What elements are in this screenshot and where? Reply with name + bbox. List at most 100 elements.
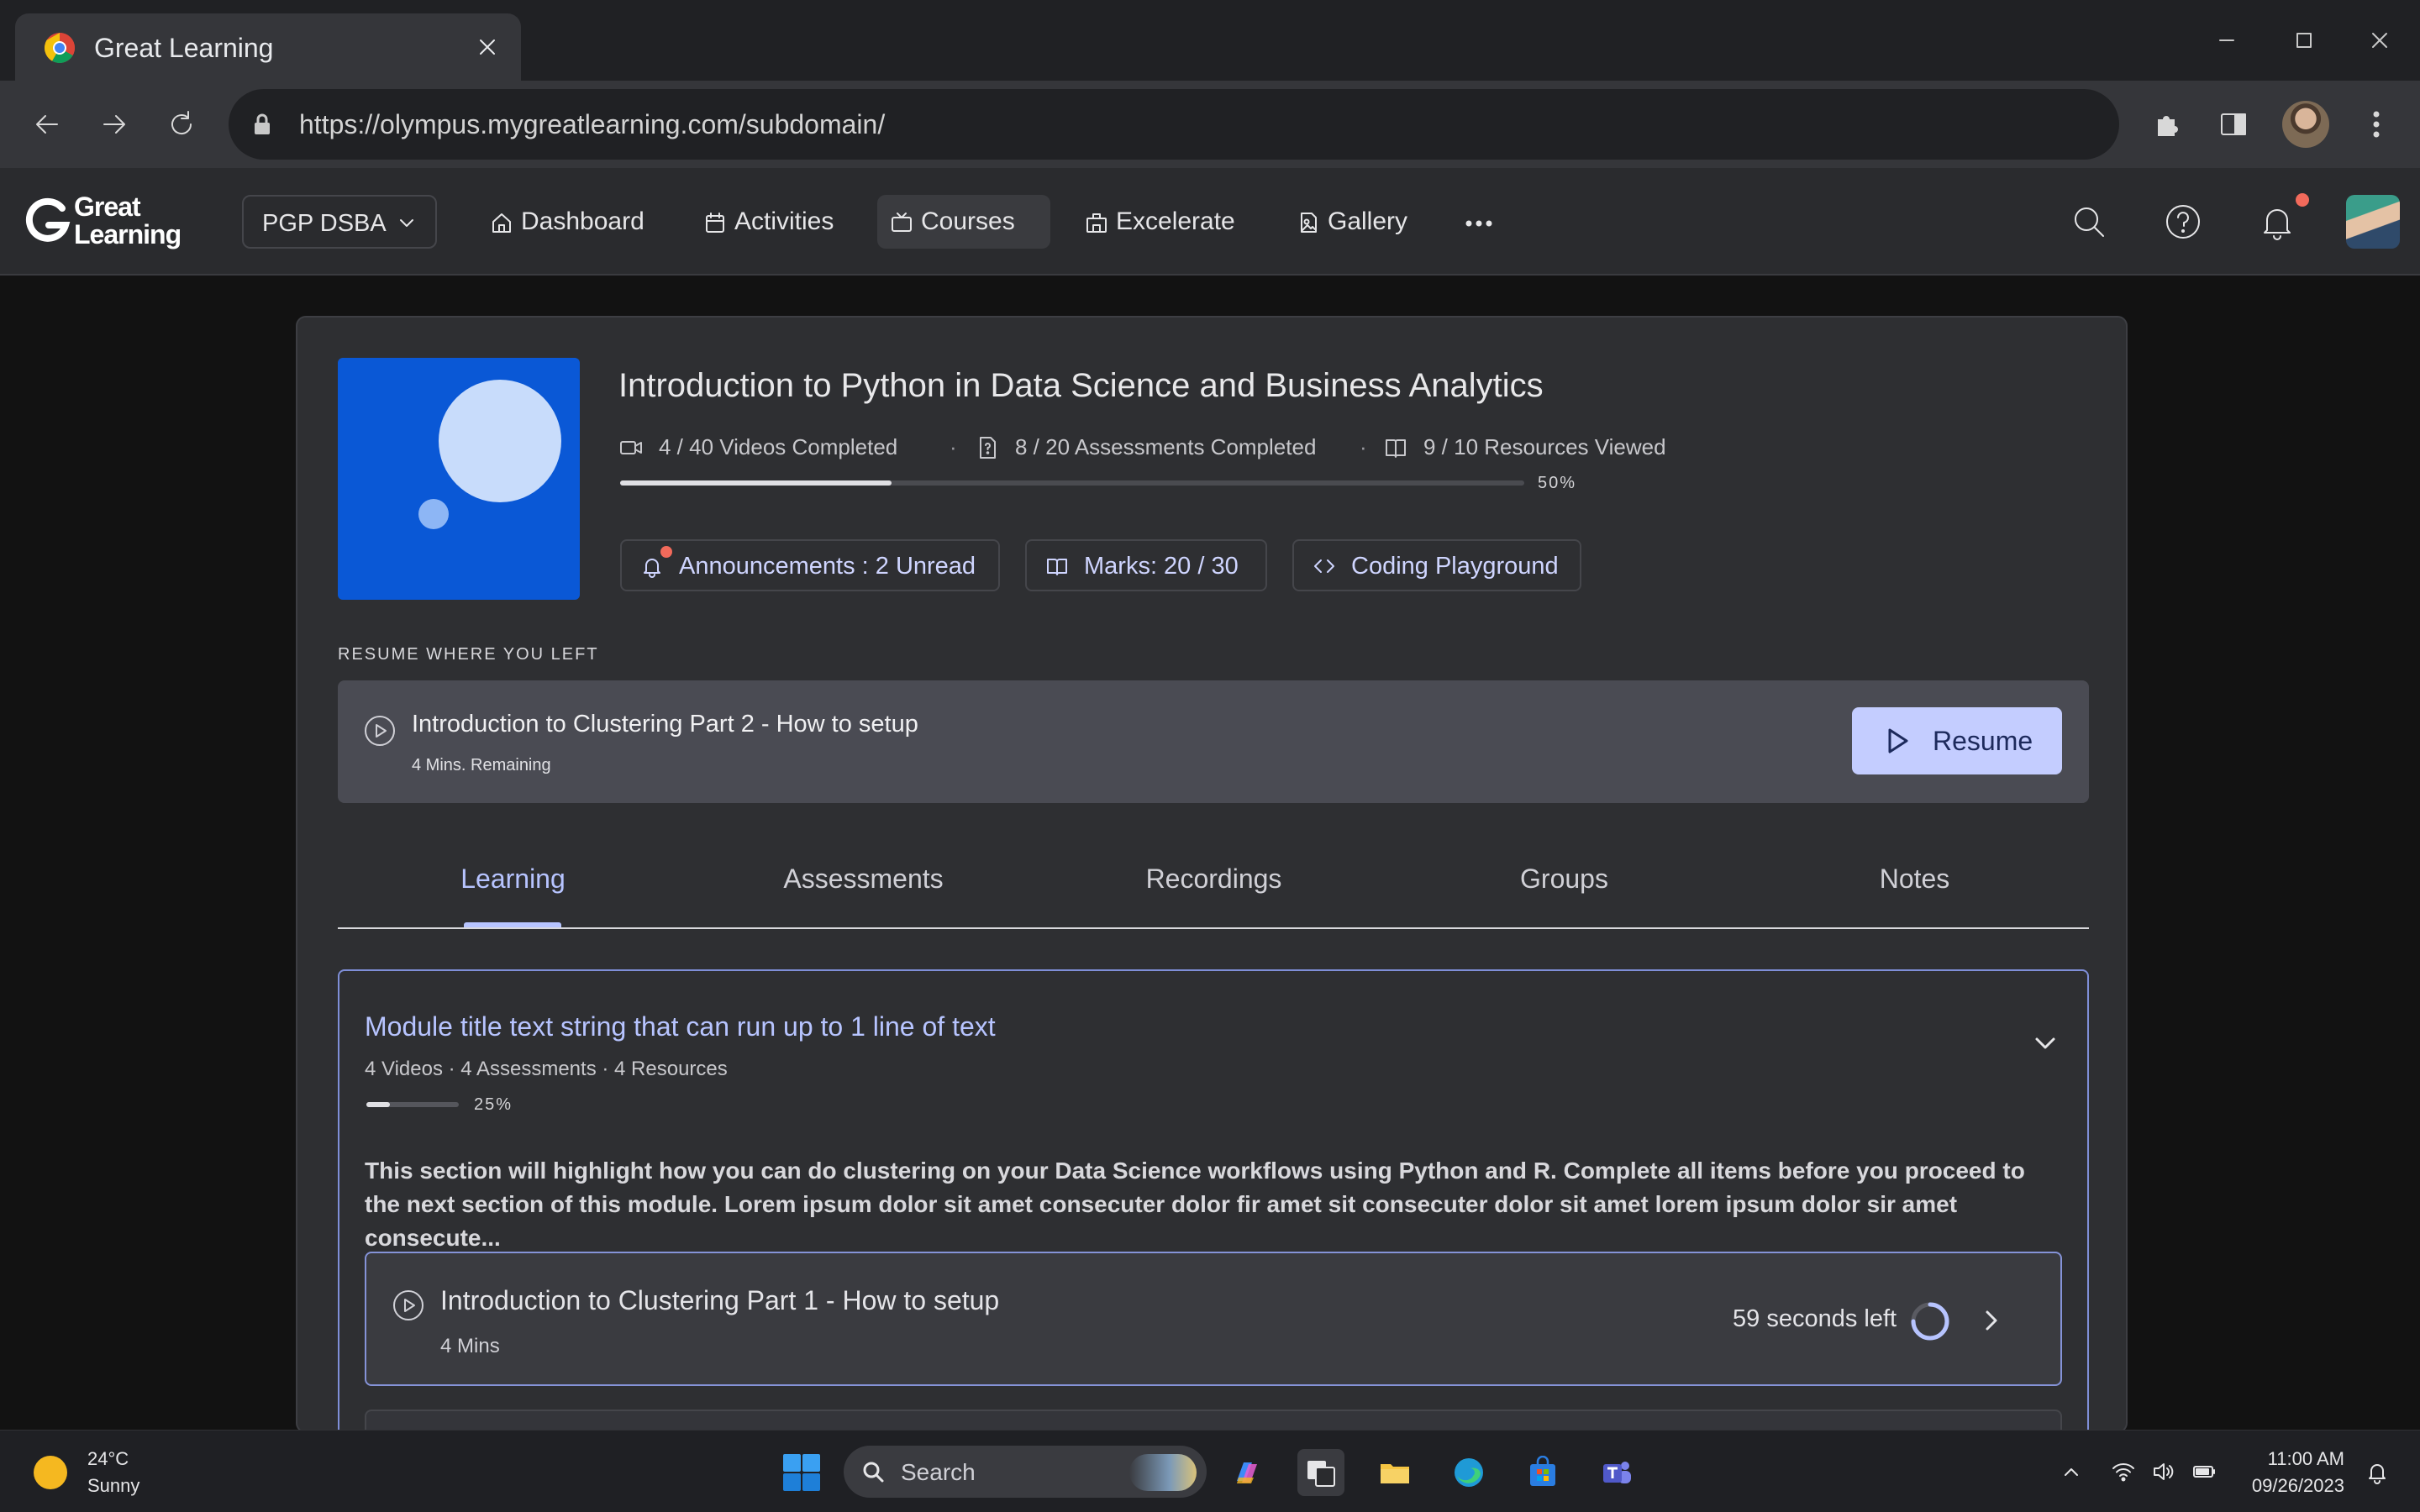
- reload-icon[interactable]: [163, 106, 200, 143]
- edge-icon: [1455, 1458, 1483, 1487]
- file-explorer-app[interactable]: [1371, 1449, 1418, 1496]
- kebab-menu-icon[interactable]: [2358, 106, 2395, 143]
- great-learning-logo[interactable]: Great Learning: [25, 192, 205, 250]
- store-app[interactable]: [1519, 1449, 1566, 1496]
- nav-courses[interactable]: Courses: [877, 195, 1050, 249]
- task-view-icon: [1307, 1461, 1335, 1487]
- resume-remaining: 4 Mins. Remaining: [412, 756, 551, 774]
- logo-text-great: Great: [74, 192, 141, 222]
- course-card: Introduction to Python in Data Science a…: [296, 316, 2128, 1433]
- program-selector[interactable]: PGP DSBA: [242, 195, 437, 249]
- browser-profile-avatar[interactable]: [2282, 101, 2329, 148]
- video-camera-icon: [620, 441, 642, 454]
- edge-app[interactable]: [1445, 1449, 1492, 1496]
- coding-playground-label: Coding Playground: [1351, 553, 1559, 580]
- app-header: Great Learning PGP DSBA Dashboard Activi…: [0, 168, 2420, 276]
- url-text[interactable]: https://olympus.mygreatlearning.com/subd…: [299, 108, 885, 141]
- course-progress-bar: [620, 480, 1524, 486]
- bell-icon[interactable]: [2257, 202, 2297, 242]
- open-book-icon: [1047, 559, 1067, 575]
- logo-g-icon: [25, 197, 71, 242]
- code-icon: [1314, 559, 1334, 573]
- help-icon[interactable]: [2163, 202, 2203, 242]
- marks-label: Marks: 20 / 30: [1084, 553, 1239, 580]
- task-view-app[interactable]: [1297, 1449, 1344, 1496]
- weather-sun-icon[interactable]: [34, 1456, 67, 1489]
- side-panel-icon[interactable]: [2215, 106, 2252, 143]
- course-thumbnail: [338, 358, 580, 600]
- stat-resources-text: 9 / 10 Resources Viewed: [1423, 434, 1666, 459]
- resume-button[interactable]: Resume: [1852, 707, 2062, 774]
- module-title[interactable]: Module title text string that can run up…: [365, 1010, 996, 1043]
- clock-time[interactable]: 11:00 AM: [2218, 1447, 2344, 1471]
- more-horizontal-icon[interactable]: [1462, 207, 1496, 240]
- windows-taskbar: 24°C Sunny Search 11:00 AM 09/26/2023: [0, 1430, 2420, 1512]
- coding-playground-chip[interactable]: Coding Playground: [1292, 539, 1581, 591]
- nav-dashboard[interactable]: Dashboard: [477, 195, 655, 249]
- module-item-title: Introduction to Clustering Part 1 - How …: [440, 1285, 1000, 1315]
- chevron-down-icon: [400, 219, 413, 227]
- teams-app[interactable]: [1593, 1449, 1640, 1496]
- chevron-right-icon[interactable]: [1975, 1304, 2008, 1337]
- play-circle-icon: [365, 716, 395, 746]
- taskbar-search[interactable]: Search: [844, 1446, 1207, 1498]
- book-icon: [1386, 439, 1406, 458]
- nav-excelerate[interactable]: Excelerate: [1072, 195, 1252, 249]
- address-bar[interactable]: https://olympus.mygreatlearning.com/subd…: [229, 89, 2119, 160]
- forward-arrow-icon[interactable]: [96, 106, 133, 143]
- minimize-icon[interactable]: [2210, 24, 2244, 57]
- module-item-duration: 4 Mins: [440, 1335, 500, 1357]
- close-icon[interactable]: [474, 34, 501, 60]
- extensions-icon[interactable]: [2149, 106, 2186, 143]
- chevron-up-icon[interactable]: [2059, 1459, 2084, 1484]
- back-arrow-icon[interactable]: [29, 106, 66, 143]
- course-tabs: Learning Assessments Recordings Groups N…: [338, 842, 2089, 929]
- separator-dot: ·: [950, 434, 957, 459]
- battery-icon[interactable]: [2191, 1459, 2217, 1484]
- search-icon[interactable]: [2069, 202, 2109, 242]
- weather-temperature[interactable]: 24°C: [87, 1447, 129, 1471]
- announcements-chip[interactable]: Announcements : 2 Unread: [620, 539, 1000, 591]
- volume-icon[interactable]: [2151, 1459, 2176, 1484]
- module-item-row[interactable]: Introduction to Clustering Part 1 - How …: [365, 1252, 2062, 1386]
- maximize-icon[interactable]: [2287, 24, 2321, 57]
- user-avatar[interactable]: [2346, 195, 2400, 249]
- progress-ring-icon: [1911, 1302, 1949, 1341]
- resume-item-title[interactable]: Introduction to Clustering Part 2 - How …: [412, 709, 918, 739]
- notification-bell-icon[interactable]: [2365, 1459, 2390, 1484]
- tv-icon: [892, 213, 912, 232]
- copilot-icon: [1237, 1462, 1257, 1483]
- nav-activities[interactable]: Activities: [691, 195, 850, 249]
- copilot-app[interactable]: [1223, 1449, 1270, 1496]
- module-item-time-left: 59 seconds left: [1733, 1305, 1897, 1332]
- nav-label: Activities: [734, 207, 834, 235]
- wifi-icon[interactable]: [2111, 1459, 2136, 1484]
- resume-button-label: Resume: [1933, 726, 2033, 756]
- tab-recordings[interactable]: Recordings: [1039, 862, 1389, 927]
- tab-notes[interactable]: Notes: [1739, 862, 2090, 927]
- tab-label: Assessments: [783, 864, 944, 894]
- chrome-icon: [44, 32, 76, 64]
- module-progress-bar: [366, 1102, 459, 1107]
- tab-groups[interactable]: Groups: [1389, 862, 1739, 927]
- window-close-icon[interactable]: [2363, 24, 2396, 57]
- tab-title: Great Learning: [94, 33, 274, 63]
- search-highlight-image: [1129, 1454, 1197, 1491]
- tab-learning[interactable]: Learning: [338, 862, 688, 927]
- assessment-icon: [980, 437, 996, 459]
- nav-label: Excelerate: [1116, 207, 1235, 235]
- windows-start-icon[interactable]: [781, 1452, 822, 1493]
- announcements-label: Announcements : 2 Unread: [679, 553, 976, 580]
- module-progress-label: 25%: [474, 1095, 513, 1114]
- bell-icon: [644, 559, 660, 578]
- weather-condition[interactable]: Sunny: [87, 1474, 139, 1498]
- play-circle-icon: [393, 1290, 424, 1320]
- thumbnail-circle-large: [439, 380, 561, 502]
- chevron-down-icon[interactable]: [2028, 1026, 2062, 1060]
- tab-assessments[interactable]: Assessments: [688, 862, 1039, 927]
- marks-chip[interactable]: Marks: 20 / 30: [1025, 539, 1267, 591]
- resume-panel[interactable]: Introduction to Clustering Part 2 - How …: [338, 680, 2089, 803]
- browser-tab[interactable]: Great Learning: [15, 13, 521, 81]
- nav-gallery[interactable]: Gallery: [1284, 195, 1435, 249]
- clock-date[interactable]: 09/26/2023: [2218, 1474, 2344, 1498]
